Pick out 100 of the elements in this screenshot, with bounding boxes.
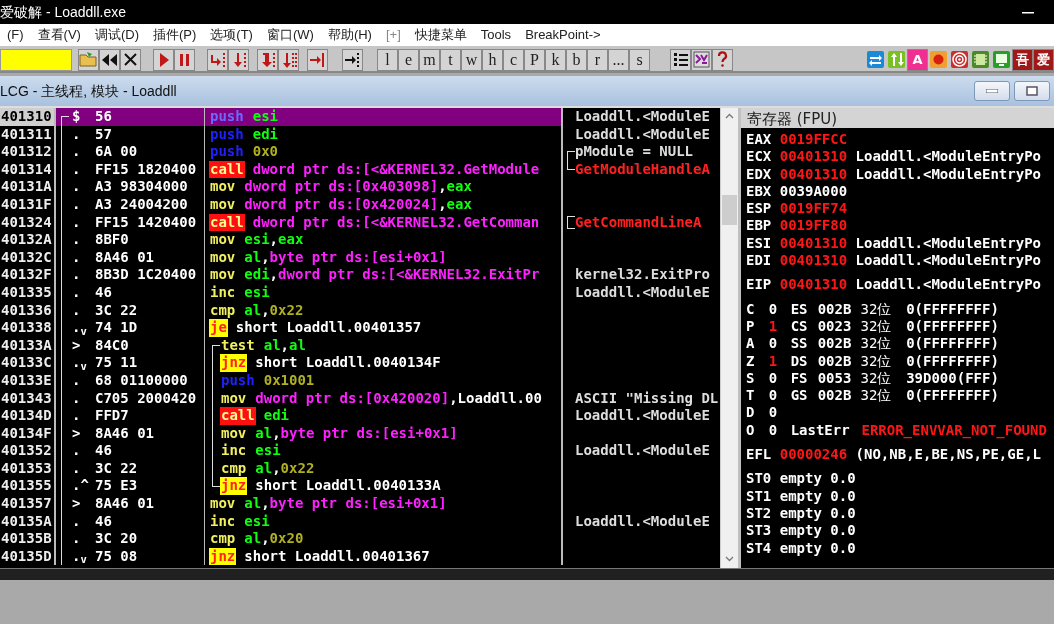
register-value[interactable]: 00401310 (779, 252, 848, 269)
minimize-icon[interactable] (1022, 12, 1034, 15)
hex-bytes: 3C 22 (95, 301, 138, 320)
operand-text: esi (252, 108, 278, 126)
menu-item[interactable]: 插件(P) (146, 24, 204, 46)
code-row[interactable]: 401324 . FF15 1420400 call dword ptr ds:[<&KERNEL32.GetComman GetCommandLineA (0, 213, 720, 232)
target-icon[interactable] (950, 50, 969, 69)
screen-icon[interactable] (992, 50, 1011, 69)
toolbar-button[interactable]: b (566, 48, 587, 71)
toolbar-button[interactable]: k (545, 48, 566, 71)
menu-item[interactable]: Tools (473, 24, 519, 46)
code-row[interactable]: 401338 .$_{v}$ 74 1D je short Loaddll.00401357 (0, 319, 720, 337)
code-row[interactable]: 401355 .^ 75 E3 jnz short Loaddll.0040133A (0, 477, 720, 496)
flag-value[interactable]: 0 (768, 335, 791, 353)
register-value[interactable]: 0019FF80 (779, 217, 848, 234)
register-value[interactable]: 0039A000 (779, 182, 848, 199)
toolbar-button[interactable] (120, 48, 141, 71)
toolbar-button[interactable]: w (461, 48, 482, 71)
flag-value[interactable]: 0 (768, 421, 791, 440)
menu-item[interactable]: 快捷菜单 (407, 24, 474, 46)
toolbar-button[interactable]: s (629, 48, 650, 71)
toolbar-button[interactable]: c (503, 48, 524, 71)
hex-bytes: A3 98304000 (95, 178, 188, 196)
mnemonic: jnz (209, 547, 237, 566)
flag-value[interactable]: 0 (768, 387, 791, 405)
menu-item[interactable]: 窗口(W) (259, 24, 321, 46)
segment-value: 0023 (817, 317, 853, 336)
code-row[interactable]: 401314 . FF15 1820400 call dword ptr ds:[<&KERNEL32.GetModule GetModuleHandleA (0, 160, 720, 179)
toolbar-button[interactable] (99, 48, 120, 71)
register-value[interactable]: 00401310 (779, 276, 848, 293)
toolbar-button[interactable] (670, 48, 691, 71)
menu-item[interactable]: 调试(D) (87, 24, 146, 46)
code-row[interactable]: 40132C . 8A46 01 mov al,byte ptr ds:[esi+0x1] (0, 248, 720, 267)
toolbar-button[interactable]: A (907, 48, 928, 71)
toolbar-button[interactable]: t (440, 48, 461, 71)
code-row[interactable]: 40131A . A3 98304000 mov dword ptr ds:[0x403098],eax (0, 178, 720, 196)
chip-icon[interactable] (971, 50, 990, 69)
code-row[interactable]: 40132F . 8B3D 1C20400 mov edi,dword ptr ds:[<&KERNEL32.ExitPr kernel32.ExitPro (0, 266, 720, 284)
register-comment: Loaddll.<ModuleEntryPo (855, 234, 1041, 251)
maximize-icon[interactable] (1026, 86, 1038, 96)
window-title: LCG - 主线程, 模块 - Loaddll (0, 82, 177, 101)
hex-bytes: FF15 1420400 (95, 213, 197, 232)
menu-item[interactable]: BreakPoint-> (518, 24, 608, 46)
register-value[interactable]: 00401310 (779, 165, 848, 182)
up-down-arrows-icon[interactable] (887, 50, 906, 69)
toolbar-button[interactable]: 吾 (1012, 48, 1033, 71)
code-row[interactable]: 40135A . 46 inc esi Loaddll.<ModuleE (0, 512, 720, 531)
fpu-tag: empty (779, 522, 831, 540)
code-row[interactable]: 40132A . 8BF0 mov esi,eax (0, 231, 720, 249)
code-row[interactable]: 40135D .$_{v}$ 75 08 jnz short Loaddll.00401367 (0, 547, 720, 566)
flag-value[interactable]: 0 (768, 300, 791, 318)
hex-bytes: 56 (95, 108, 112, 126)
address-cell: 40132F (0, 266, 56, 284)
code-row[interactable]: 40134F > 8A46 01 mov al,byte ptr ds:[esi+0x1] (0, 424, 720, 443)
code-row[interactable]: 401352 . 46 inc esi Loaddll.<ModuleE (0, 442, 720, 460)
toolbar-button[interactable]: h (482, 48, 503, 71)
code-row[interactable]: 401335 . 46 inc esi Loaddll.<ModuleE (0, 283, 720, 302)
code-row[interactable]: 40133E . 68 01100000 push 0x1001 (0, 371, 720, 390)
menu-item[interactable]: [+] (378, 24, 408, 46)
toolbar-button[interactable]: l (377, 48, 398, 71)
register-value[interactable]: 00401310 (779, 148, 848, 165)
code-row[interactable]: 40134D . FFD7 call edi Loaddll.<ModuleE (0, 407, 720, 425)
mnemonic: cmp (209, 301, 237, 320)
flag-value[interactable]: 0 (768, 404, 791, 422)
register-value[interactable]: 0019FF74 (779, 200, 848, 217)
flag-value[interactable]: 0 (768, 369, 791, 388)
flag-value[interactable]: 1 (768, 352, 791, 370)
jump-mark: > (71, 336, 82, 355)
register-value[interactable]: 00401310 (779, 234, 848, 251)
register-value[interactable]: 00000246 (779, 446, 848, 463)
operand-text: esi (244, 512, 270, 531)
toolbar-button[interactable]: e (398, 48, 419, 71)
toolbar-button[interactable]: m (419, 48, 440, 71)
toolbar-button[interactable]: r (587, 48, 608, 71)
scrollbar-track[interactable] (720, 108, 738, 568)
comment-text: Loaddll.<ModuleE (575, 283, 710, 302)
fpu-value: 0.0 (830, 522, 856, 539)
menu-item[interactable]: (F) (0, 24, 31, 46)
fpu-value: 0.0 (830, 470, 856, 487)
toolbar-button[interactable]: ... (608, 48, 629, 71)
code-row[interactable]: 401311 . 57 push edi Loaddll.<ModuleE (0, 125, 720, 144)
comment-text: Loaddll.<ModuleE (575, 512, 710, 531)
toolbar-button[interactable]: 爱 (1033, 48, 1054, 71)
menu-item[interactable]: 选项(T) (203, 24, 260, 46)
command-field[interactable] (0, 48, 72, 71)
code-row[interactable]: 401357 > 8A46 01 mov al,byte ptr ds:[esi+0x1] (0, 495, 720, 513)
flag-value[interactable]: 1 (768, 317, 791, 336)
flag-name: A (746, 335, 756, 353)
register-name: EAX (746, 131, 773, 149)
toolbar-button[interactable] (342, 48, 363, 71)
operand-text: esi (255, 442, 281, 460)
menu-item[interactable]: 查看(V) (30, 24, 88, 46)
menu-item[interactable]: 帮助(H) (320, 24, 379, 46)
code-row[interactable]: 401310 $ 56 push esi Loaddll.<ModuleE (0, 108, 720, 126)
swap-arrows-icon[interactable] (866, 50, 885, 69)
scrollbar-thumb[interactable] (722, 195, 737, 225)
toolbar-button[interactable]: P (524, 48, 545, 71)
mnemonic: jnz (220, 354, 248, 372)
register-value[interactable]: 0019FFCC (779, 131, 848, 147)
code-row[interactable]: 40133C .$_{v}$ 75 11 jnz short Loaddll.0040134F (0, 354, 720, 372)
